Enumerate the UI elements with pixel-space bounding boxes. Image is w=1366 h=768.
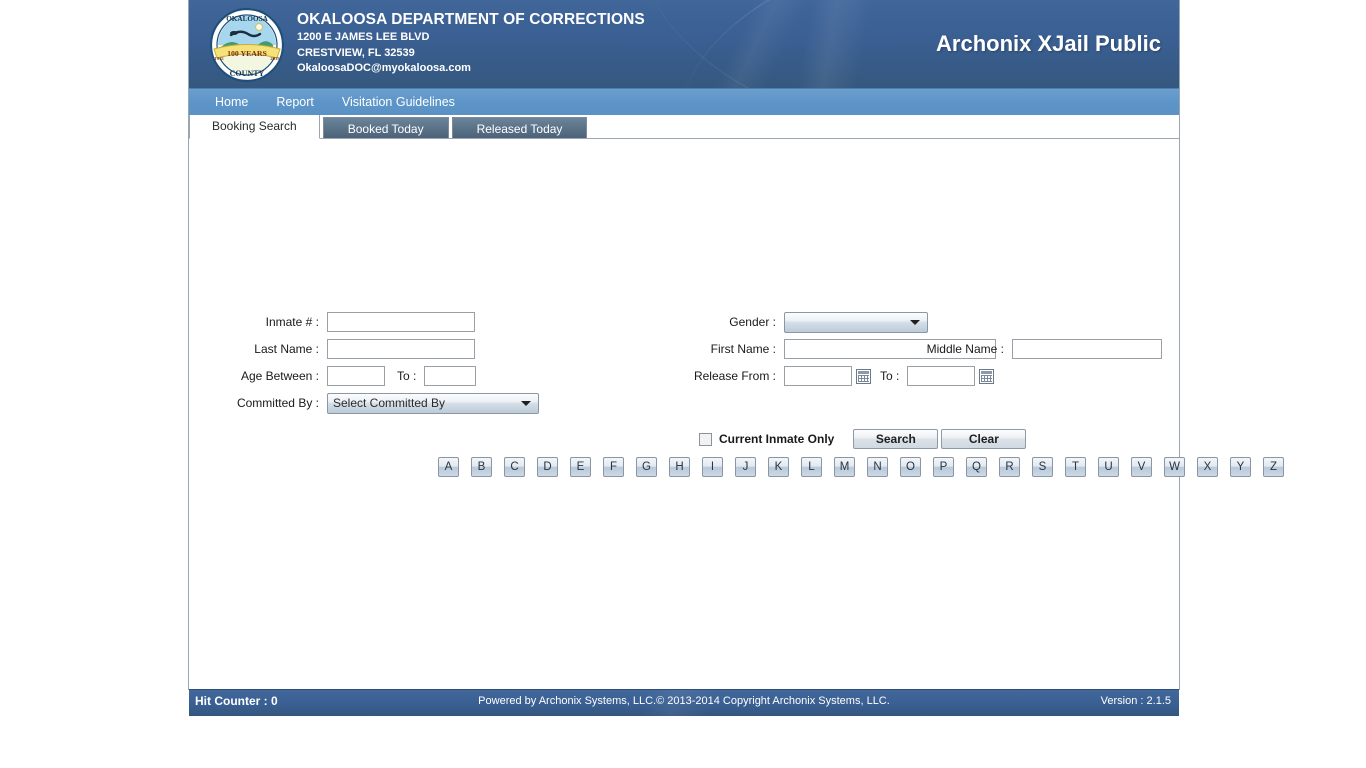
field-row-release-date: Release From : To : <box>659 365 995 387</box>
age-to-label: To : <box>397 369 417 383</box>
tab-booked-today[interactable]: Booked Today <box>322 117 449 139</box>
site-header: OKALOOSA 100 YEARS 1915 2015 COUNTY OKAL… <box>189 0 1179 88</box>
release-to-label: To : <box>880 369 900 383</box>
tab-booking-search[interactable]: Booking Search <box>189 115 320 139</box>
tab-released-today[interactable]: Released Today <box>451 117 588 139</box>
alpha-button-o[interactable]: O <box>900 457 921 477</box>
last-name-label: Last Name : <box>254 342 319 356</box>
search-button[interactable]: Search <box>853 429 939 449</box>
alpha-button-p[interactable]: P <box>933 457 954 477</box>
field-row-inmate-number: Inmate # : <box>229 311 475 333</box>
inmate-number-input[interactable] <box>327 312 475 332</box>
alpha-button-l[interactable]: L <box>801 457 822 477</box>
gender-select[interactable] <box>784 311 928 333</box>
release-from-label: Release From : <box>693 369 776 383</box>
committed-by-select[interactable]: Select Committed By <box>327 392 539 414</box>
alpha-button-m[interactable]: M <box>834 457 855 477</box>
clear-button[interactable]: Clear <box>941 429 1027 449</box>
calendar-icon-release-from[interactable] <box>856 368 871 384</box>
tab-strip: Booking Search Booked Today Released Tod… <box>189 115 1179 139</box>
version-label: Version : 2.1.5 <box>1100 695 1171 707</box>
committed-by-label: Committed By : <box>236 396 319 410</box>
search-actions-row: Current Inmate Only Search Clear <box>699 429 1027 449</box>
field-row-gender: Gender : <box>694 311 928 333</box>
alpha-button-h[interactable]: H <box>669 457 690 477</box>
agency-address-line-1: 1200 E JAMES LEE BLVD <box>297 31 430 43</box>
age-from-input[interactable] <box>327 366 385 386</box>
alpha-button-g[interactable]: G <box>636 457 657 477</box>
alpha-button-u[interactable]: U <box>1098 457 1119 477</box>
first-name-label: First Name : <box>710 342 776 356</box>
nav-item-visitation-guidelines[interactable]: Visitation Guidelines <box>328 89 469 115</box>
middle-name-input[interactable] <box>1012 339 1162 359</box>
agency-email: OkaloosaDOC@myokaloosa.com <box>297 62 471 74</box>
alpha-button-s[interactable]: S <box>1032 457 1053 477</box>
tab-content-booking-search: Inmate # : Gender : Last Name : First Na… <box>189 138 1284 689</box>
current-inmate-only-label: Current Inmate Only <box>719 432 835 446</box>
alpha-button-z[interactable]: Z <box>1263 457 1284 477</box>
last-name-input[interactable] <box>327 339 475 359</box>
alpha-button-r[interactable]: R <box>999 457 1020 477</box>
alpha-button-v[interactable]: V <box>1131 457 1152 477</box>
seal-right-year: 2015 <box>270 56 280 61</box>
agency-name: OKALOOSA DEPARTMENT OF CORRECTIONS <box>297 11 645 28</box>
field-row-last-name: Last Name : <box>229 338 475 360</box>
age-to-input[interactable] <box>424 366 477 386</box>
alpha-button-x[interactable]: X <box>1197 457 1218 477</box>
alpha-button-c[interactable]: C <box>504 457 525 477</box>
chevron-down-icon <box>910 319 920 325</box>
field-row-middle-name: Middle Name : <box>914 338 1162 360</box>
alpha-button-b[interactable]: B <box>471 457 492 477</box>
seal-bottom-text: COUNTY <box>230 69 265 78</box>
alpha-button-d[interactable]: D <box>537 457 558 477</box>
calendar-icon-release-to[interactable] <box>979 368 995 384</box>
field-row-committed-by: Committed By : Select Committed By <box>206 392 539 414</box>
alpha-button-n[interactable]: N <box>867 457 888 477</box>
alphabet-filter-row: A B C D E F G H I J K L M N O P Q R S T <box>438 457 1284 477</box>
seal-icon: OKALOOSA 100 YEARS 1915 2015 COUNTY <box>209 7 285 83</box>
okaloosa-county-seal-logo: OKALOOSA 100 YEARS 1915 2015 COUNTY <box>207 5 287 85</box>
alpha-button-k[interactable]: K <box>768 457 789 477</box>
current-inmate-only-checkbox[interactable] <box>699 432 712 446</box>
release-to-input[interactable] <box>907 366 976 386</box>
inmate-number-label: Inmate # : <box>265 315 319 329</box>
main-navigation: Home Report Visitation Guidelines <box>189 88 1179 115</box>
alpha-button-f[interactable]: F <box>603 457 624 477</box>
seal-top-text: OKALOOSA <box>226 15 268 23</box>
age-between-label: Age Between : <box>240 369 319 383</box>
alpha-button-e[interactable]: E <box>570 457 591 477</box>
nav-item-report[interactable]: Report <box>262 89 328 115</box>
application-title: Archonix XJail Public <box>936 31 1161 56</box>
alpha-button-q[interactable]: Q <box>966 457 987 477</box>
alpha-button-a[interactable]: A <box>438 457 459 477</box>
agency-info-block: OKALOOSA DEPARTMENT OF CORRECTIONS 1200 … <box>297 10 645 77</box>
powered-by-text: Powered by Archonix Systems, LLC.© 2013-… <box>478 695 890 707</box>
alpha-button-w[interactable]: W <box>1164 457 1185 477</box>
field-row-age-between: Age Between : To : <box>229 365 477 387</box>
alpha-button-t[interactable]: T <box>1065 457 1086 477</box>
alpha-button-j[interactable]: J <box>735 457 756 477</box>
page-container: OKALOOSA 100 YEARS 1915 2015 COUNTY OKAL… <box>188 0 1284 716</box>
committed-by-select-value: Select Committed By <box>333 396 446 410</box>
middle-name-label: Middle Name : <box>926 342 1004 356</box>
agency-address-line-2: CRESTVIEW, FL 32539 <box>297 46 415 59</box>
alpha-button-y[interactable]: Y <box>1230 457 1251 477</box>
alpha-button-i[interactable]: I <box>702 457 723 477</box>
seal-left-year: 1915 <box>214 56 224 61</box>
site-footer: Hit Counter : 0 Powered by Archonix Syst… <box>189 689 1179 716</box>
release-from-input[interactable] <box>784 366 852 386</box>
chevron-down-icon <box>521 400 531 406</box>
seal-center-text: 100 YEARS <box>227 49 267 58</box>
nav-item-home[interactable]: Home <box>201 89 262 115</box>
gender-label: Gender : <box>729 315 776 329</box>
